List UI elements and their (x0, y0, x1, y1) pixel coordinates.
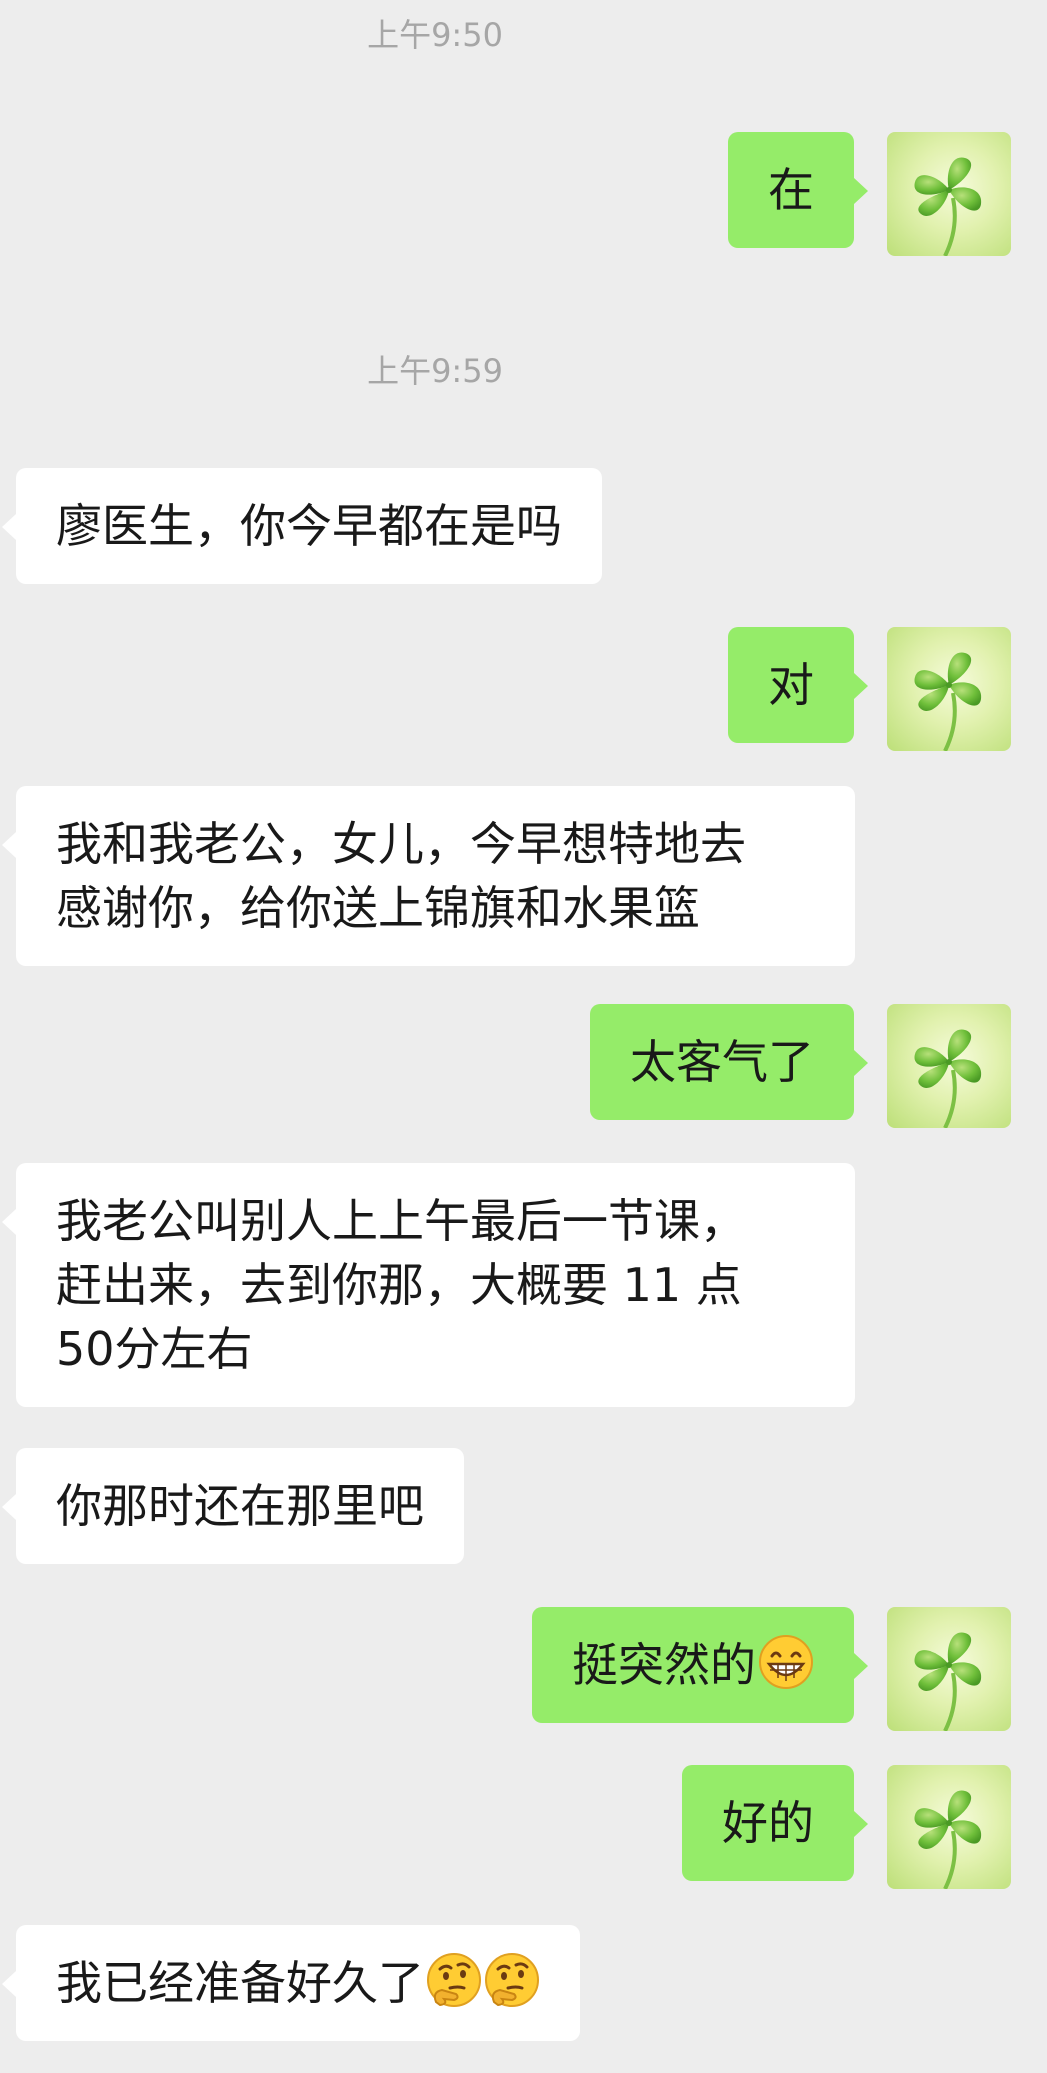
four-leaf-clover-icon (914, 157, 982, 256)
received-message-bubble[interactable]: 我已经准备好久了 (2, 1925, 580, 2041)
message-text-line: 50分左右 (56, 1322, 253, 1376)
self-avatar[interactable] (887, 1765, 1011, 1889)
message-text: 在 (768, 163, 814, 217)
received-message-bubble[interactable]: 廖医生，你今早都在是吗 (2, 468, 602, 584)
thinking-emoji (427, 1953, 481, 2007)
message-text: 好的 (722, 1796, 814, 1850)
self-avatar[interactable] (887, 132, 1011, 256)
self-avatar[interactable] (887, 1607, 1011, 1731)
message-text-line: 感谢你，给你送上锦旗和水果篮 (56, 881, 700, 935)
message-text: 挺突然的 (572, 1638, 756, 1692)
thinking-emoji (485, 1953, 539, 2007)
timestamp: 上午9:59 (367, 352, 503, 390)
self-avatar[interactable] (887, 1004, 1011, 1128)
received-message-bubble[interactable]: 你那时还在那里吧 (2, 1448, 464, 1564)
four-leaf-clover-icon (914, 1029, 982, 1128)
timestamp: 上午9:50 (367, 16, 503, 54)
sent-message-bubble[interactable]: 在 (728, 132, 868, 248)
message-text-line: 赶出来，去到你那，大概要 11 点 (56, 1258, 742, 1312)
message-text: 廖医生，你今早都在是吗 (56, 499, 562, 553)
message-text-line: 我和我老公，女儿，今早想特地去 (56, 817, 746, 871)
received-message-bubble[interactable]: 我老公叫别人上上午最后一节课， 赶出来，去到你那，大概要 11 点 50分左右 (2, 1163, 855, 1407)
message-text-line: 我老公叫别人上上午最后一节课， (56, 1194, 746, 1248)
sent-message-bubble[interactable]: 对 (728, 627, 868, 743)
message-text: 我已经准备好久了 (56, 1956, 424, 2010)
four-leaf-clover-icon (914, 1790, 982, 1889)
self-avatar[interactable] (887, 627, 1011, 751)
four-leaf-clover-icon (914, 652, 982, 751)
four-leaf-clover-icon (914, 1632, 982, 1731)
sent-message-bubble[interactable]: 好的 (682, 1765, 868, 1881)
received-message-bubble[interactable]: 我和我老公，女儿，今早想特地去 感谢你，给你送上锦旗和水果篮 (2, 786, 855, 966)
message-text: 对 (768, 658, 814, 712)
sent-message-bubble[interactable]: 挺突然的 (532, 1607, 868, 1723)
message-text: 太客气了 (630, 1035, 814, 1089)
sent-message-bubble[interactable]: 太客气了 (590, 1004, 868, 1120)
grin-emoji (759, 1635, 813, 1689)
message-text: 你那时还在那里吧 (56, 1479, 424, 1533)
